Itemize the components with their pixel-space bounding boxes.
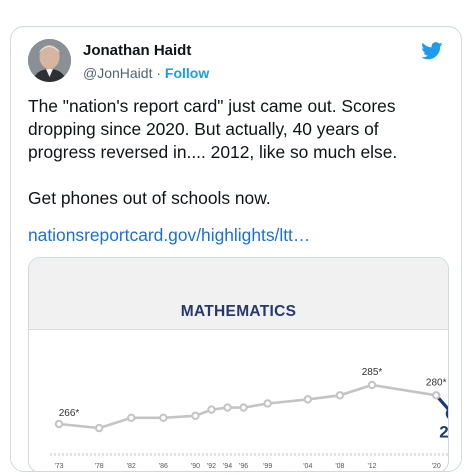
author-handle-row: @JonHaidt · Follow <box>83 65 209 81</box>
tweet-line: progress reversed in.... 2012, like so m… <box>28 142 398 162</box>
data-label: 266* <box>59 408 80 419</box>
data-label: 27 <box>439 423 449 442</box>
tweet-line: The "nation's report card" just came out… <box>28 96 396 116</box>
data-point <box>207 405 216 414</box>
follow-button[interactable]: Follow <box>165 65 209 81</box>
author-name[interactable]: Jonathan Haidt <box>83 42 191 59</box>
tweet-card: Jonathan Haidt @JonHaidt · Follow The "n… <box>10 26 462 472</box>
x-tick-label: '92 <box>207 463 216 470</box>
twitter-bird-icon[interactable] <box>421 42 443 60</box>
data-point <box>263 399 272 408</box>
data-point <box>94 423 104 433</box>
data-label: 285* <box>362 367 383 378</box>
x-tick-label: '99 <box>263 463 272 470</box>
x-tick-label: '04 <box>303 463 312 470</box>
line-chart: '73'78'82'86'90'92'94'96'99'04'08'12'20'… <box>50 367 449 470</box>
x-tick-label: '08 <box>335 463 344 470</box>
x-tick-label: '90 <box>191 463 200 470</box>
data-point <box>191 411 200 420</box>
x-tick-label: '94 <box>223 463 232 470</box>
separator: · <box>156 65 162 81</box>
tweet-link[interactable]: nationsreportcard.gov/highlights/ltt… <box>28 225 310 246</box>
data-point <box>223 403 232 412</box>
x-tick-label: '96 <box>239 463 248 470</box>
data-point <box>367 380 377 390</box>
data-point <box>127 413 136 423</box>
x-tick-label: '78 <box>95 463 104 470</box>
data-point <box>335 391 345 400</box>
data-point <box>445 408 448 419</box>
data-point <box>159 413 168 423</box>
x-tick-label: '20 <box>432 463 441 470</box>
x-tick-label: '12 <box>367 463 376 470</box>
data-label: 280* <box>426 377 447 388</box>
tweet-line: Get phones out of schools now. <box>28 188 271 208</box>
data-point <box>239 403 248 412</box>
x-tick-label: '73 <box>54 463 63 470</box>
tweet-media-chart[interactable]: MATHEMATICS '73'78'82'86'90'92'94'96'99 '… <box>28 257 449 471</box>
tweet-line: dropping since 2020. But actually, 40 ye… <box>28 119 379 139</box>
author-handle[interactable]: @JonHaidt <box>83 65 152 81</box>
tweet-text: The "nation's report card" just came out… <box>28 95 453 210</box>
data-point <box>432 391 441 400</box>
data-point <box>303 395 312 404</box>
avatar[interactable] <box>28 39 71 82</box>
data-point <box>54 419 64 429</box>
x-tick-label: '86 <box>159 463 168 470</box>
x-tick-label: '82 <box>127 463 136 470</box>
